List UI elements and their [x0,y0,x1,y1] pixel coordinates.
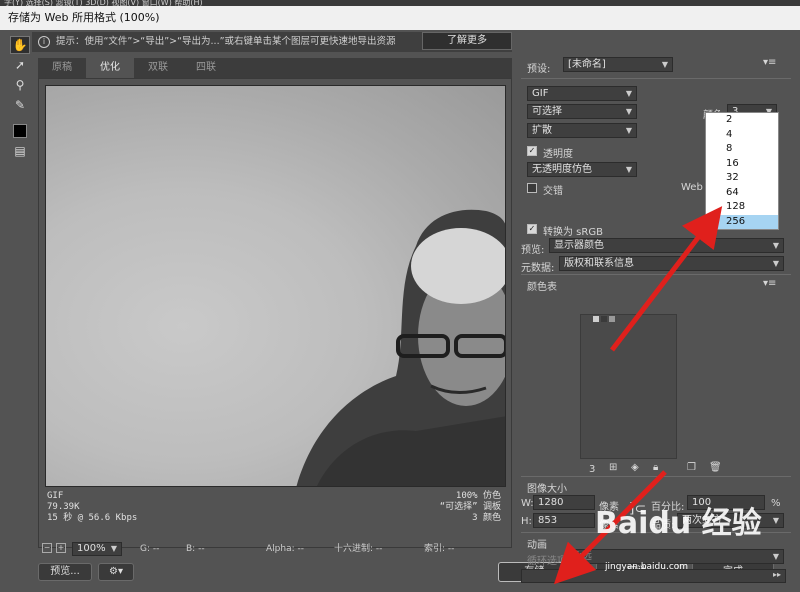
photoshop-window: 字(Y) 选择(S) 滤镜(T) 3D(D) 视图(V) 窗口(W) 帮助(H)… [0,0,800,592]
baidu-watermark-url: jingyan.baidu.com [605,562,689,572]
red-arrow-to-256 [610,206,723,352]
baidu-watermark: Baidu 经验 [595,506,762,541]
